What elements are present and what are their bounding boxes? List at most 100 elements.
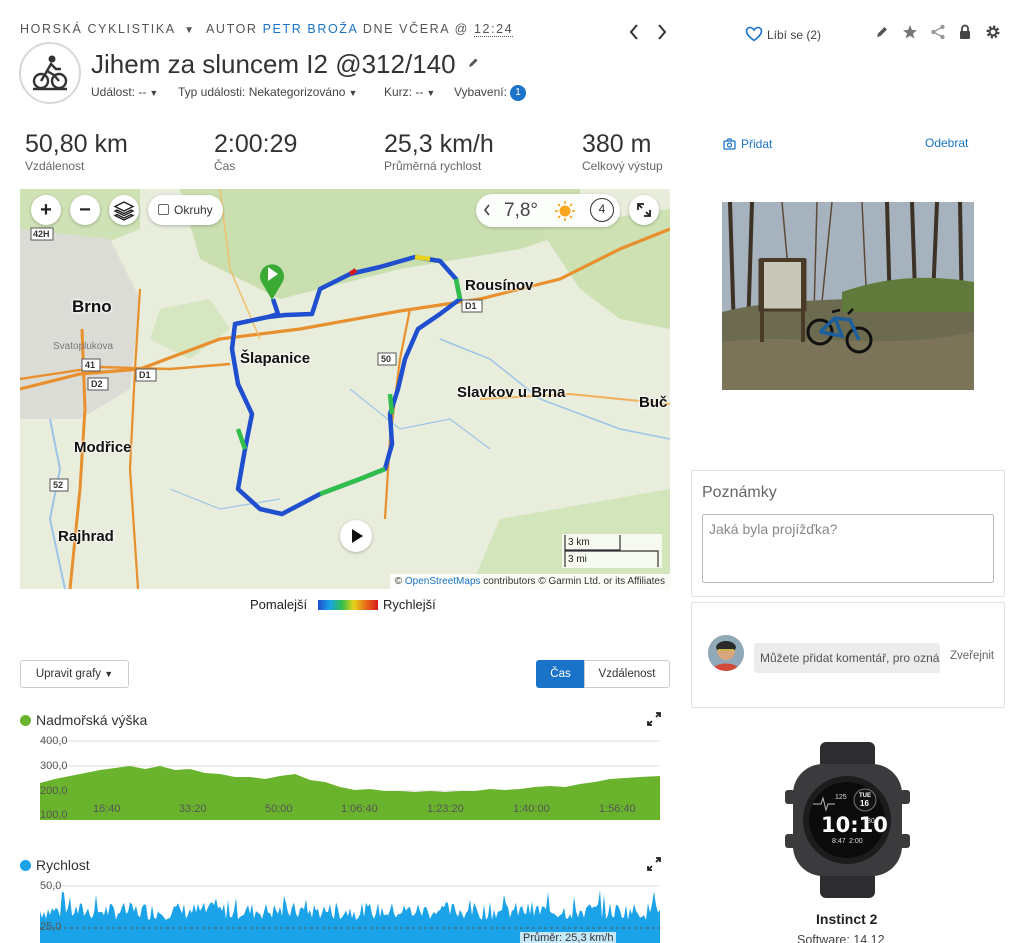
author-prefix: AUTOR [206,22,258,36]
share-icon[interactable] [930,24,946,45]
activity-title-text[interactable]: Jihem za sluncem I2 @312/140 [91,49,456,79]
zoom-in-button[interactable]: + [31,195,61,225]
wind-indicator: 4 [590,198,614,222]
city-label: Šlapanice [240,350,311,367]
weather-widget[interactable]: 7,8° 4 [476,194,620,227]
event-type-label: Typ události: [178,85,246,99]
notes-title: Poznámky [702,484,777,501]
speed-dot-icon [20,860,31,871]
elevation-y-tick: 200,0 [40,785,68,797]
activity-time[interactable]: 12:24 [473,22,514,37]
speed-y-tick: 25,0 [40,921,62,933]
elevation-dot-icon [20,715,31,726]
activity-title[interactable]: Jihem za sluncem I2 @312/140 [91,45,479,80]
elevation-x-tick: 1:40:00 [513,803,550,815]
elevation-x-tick: 1:23:20 [427,803,464,815]
toggle-distance-button[interactable]: Vzdálenost [584,660,670,688]
chevron-left-icon[interactable] [482,200,492,225]
chevron-down-icon[interactable]: ▼ [348,88,357,98]
speed-average-label: Průměr: 25,3 km/h [520,932,617,943]
course-value[interactable]: -- [415,85,423,99]
stat-avg-speed-label: Průměrná rychlost [384,159,482,173]
remove-photo-button[interactable]: Odebrat [925,136,968,150]
notes-card: Poznámky Jaká byla projížďka? [691,470,1005,597]
edit-graphs-button[interactable]: Upravit grafy ▼ [20,660,129,688]
fullscreen-button[interactable] [629,195,659,225]
elevation-x-tick: 50:00 [265,803,293,815]
road-label: 52 [53,480,64,490]
event-dropdown[interactable]: Událost: -- ▼ [91,85,158,99]
watch-heart-rate: 125 [835,794,847,801]
elevation-x-tick: 1:56:40 [599,803,636,815]
edit-pencil-icon[interactable] [875,25,889,44]
gear-count-badge[interactable]: 1 [510,85,526,101]
copyright-symbol: © [394,576,403,587]
scale-mi: 3 mi [568,554,587,565]
elevation-x-tick: 16:40 [93,803,121,815]
temperature: 7,8° [504,200,539,221]
device-image[interactable]: TUE 16 125 10:10 30 8:47 2:00 [785,740,910,900]
expand-graph-icon[interactable] [647,857,661,876]
event-value[interactable]: -- [138,85,146,99]
route-map[interactable]: 42H D1 50 41 D2 D1 52 Rousínov Brno Šlap… [20,189,670,589]
publish-comment-button[interactable]: Zveřejnit [950,650,994,662]
district-label: Svatoplukova [53,341,114,352]
map-layers-button[interactable] [109,195,139,225]
watch-date: 16 [860,799,869,808]
osm-link[interactable]: OpenStreetMaps [405,576,481,587]
course-dropdown[interactable]: Kurz: -- ▼ [384,85,435,99]
sun-icon [554,200,576,227]
elevation-y-tick: 300,0 [40,760,68,772]
notes-textarea[interactable]: Jaká byla projížďka? [702,514,994,583]
zoom-out-button[interactable]: − [70,195,100,225]
add-photo-button[interactable]: Přidat [741,137,772,151]
activity-type-avatar [19,42,81,104]
author-link[interactable]: PETR BROŽA [263,22,358,36]
chevron-down-icon[interactable]: ▼ [426,88,435,98]
speed-y-tick: 50,0 [40,880,62,892]
heart-icon[interactable] [745,26,763,47]
device-name[interactable]: Instinct 2 [816,911,877,927]
city-label: Modřice [74,439,132,456]
comment-input[interactable]: Můžete přidat komentář, pro oznámení [754,643,940,673]
expand-graph-icon[interactable] [647,712,661,731]
activity-type-caret-icon[interactable]: ▼ [184,25,196,36]
gear-icon[interactable] [985,24,1001,45]
stat-ascent-label: Celkový výstup [582,159,663,173]
breadcrumb: HORSKÁ CYKLISTIKA ▼ AUTOR PETR BROŽA DNE… [20,22,514,37]
edit-title-icon[interactable] [467,45,479,76]
start-marker-icon[interactable] [257,259,287,306]
star-icon[interactable] [902,24,918,45]
stat-time-value: 2:00:29 [214,130,298,158]
stat-avg-speed-value: 25,3 km/h [384,130,494,158]
map-attribution: © OpenStreetMaps contributors © Garmin L… [389,574,670,589]
date-prefix: DNE VČERA @ [362,22,469,36]
laps-toggle[interactable]: Okruhy [148,195,223,225]
chevron-down-icon[interactable]: ▼ [149,88,158,98]
watch-extra: 2:00 [849,838,863,845]
mountain-bike-icon [32,55,68,91]
next-activity-icon[interactable] [656,22,668,47]
activity-photo[interactable] [722,202,974,390]
scale-km: 3 km [568,537,590,548]
laps-checkbox[interactable] [158,204,169,215]
avatar[interactable] [708,635,744,671]
legend-slow-label: Pomalejší [250,597,308,612]
event-type-dropdown[interactable]: Typ události: Nekategorizováno ▼ [178,85,357,99]
stat-time-label: Čas [214,159,236,173]
camera-icon[interactable] [723,137,736,155]
watch-seconds: 30 [867,818,875,825]
play-route-button[interactable] [340,520,372,552]
toggle-time-button[interactable]: Čas [536,660,585,688]
like-count-link[interactable]: Líbí se (2) [767,28,821,42]
city-label: Buč [639,394,668,411]
edit-graphs-label: Upravit grafy [35,668,102,680]
watch-time: 10:10 [821,813,888,837]
previous-activity-icon[interactable] [628,22,640,47]
stat-distance-label: Vzdálenost [25,159,85,173]
road-label: 42H [33,229,50,239]
event-type-value[interactable]: Nekategorizováno [249,85,346,99]
activity-type-link[interactable]: HORSKÁ CYKLISTIKA [20,22,175,36]
play-icon [352,529,363,543]
lock-icon[interactable] [959,24,971,45]
